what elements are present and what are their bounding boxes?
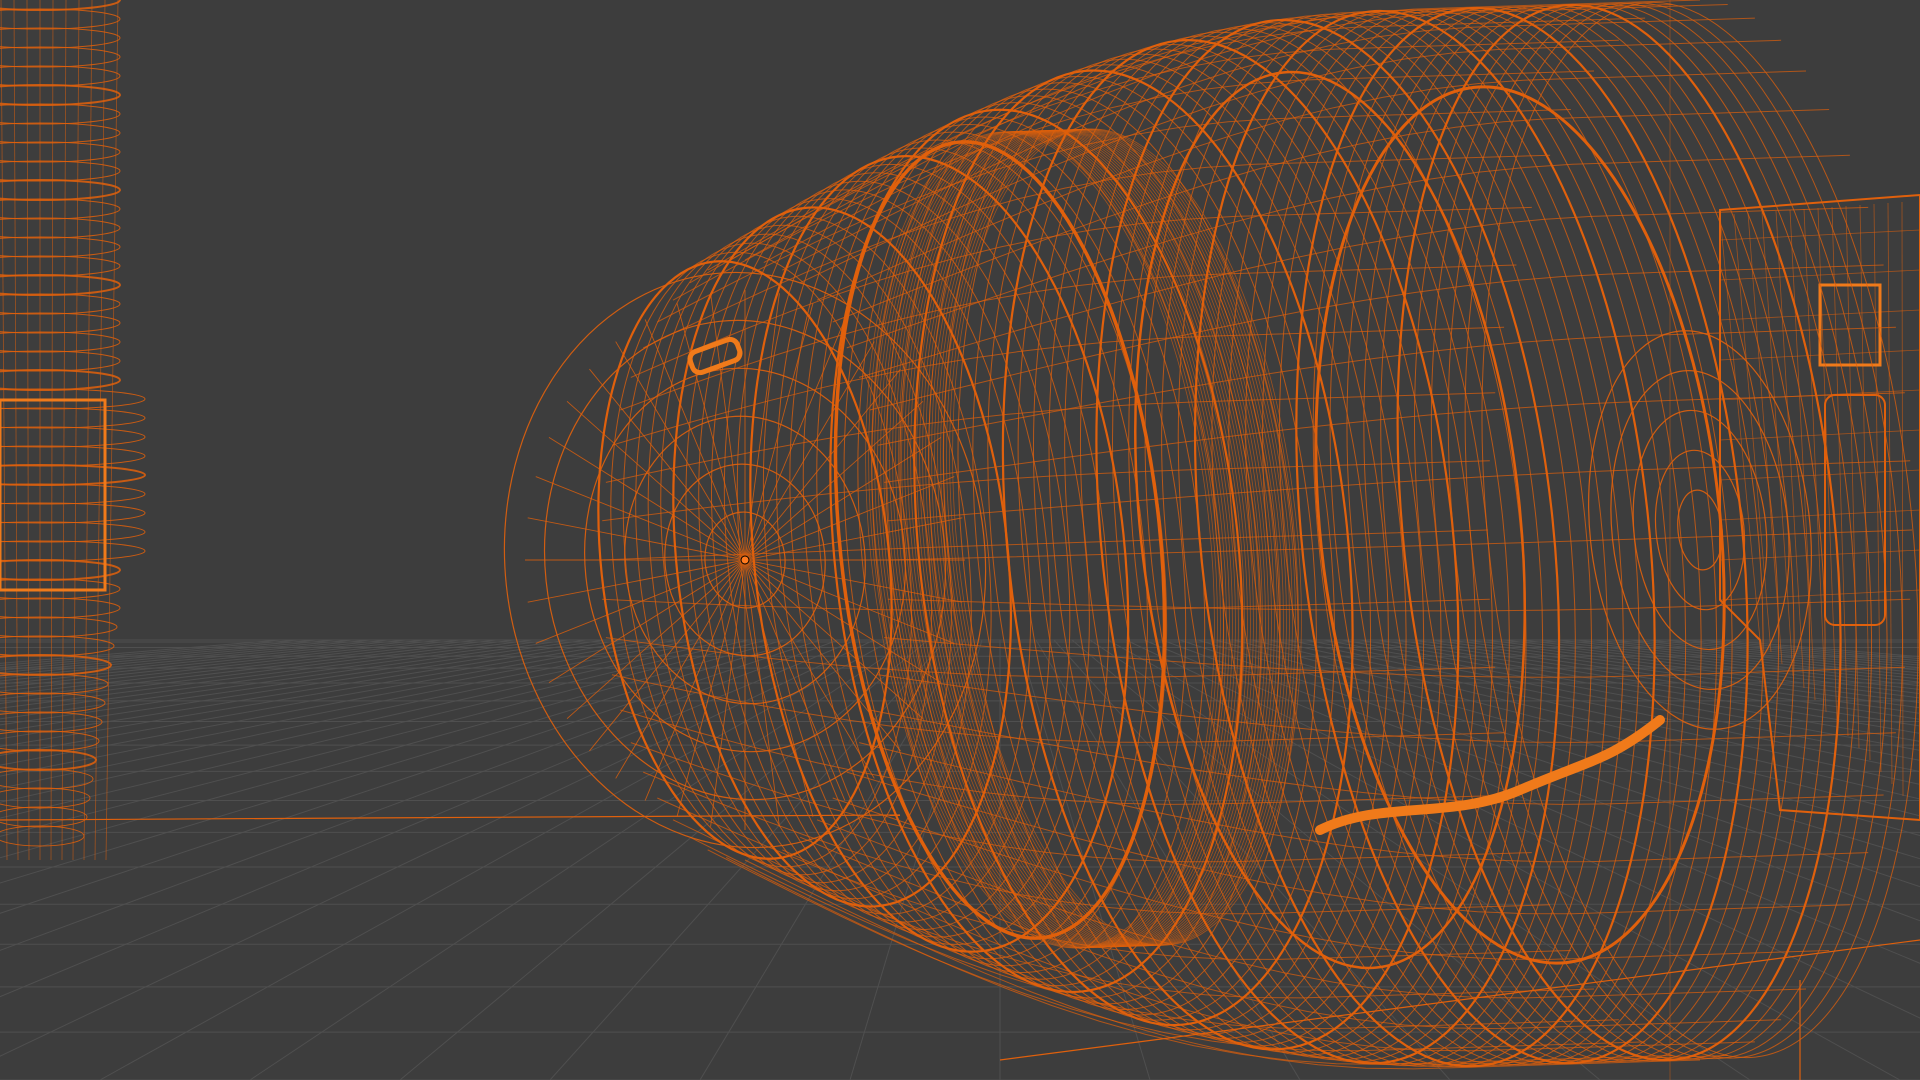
3d-viewport[interactable] [0, 0, 1920, 1080]
origin-point [740, 555, 750, 565]
wireframe-scene[interactable] [0, 0, 1920, 1080]
object-origin-dot [740, 555, 750, 565]
